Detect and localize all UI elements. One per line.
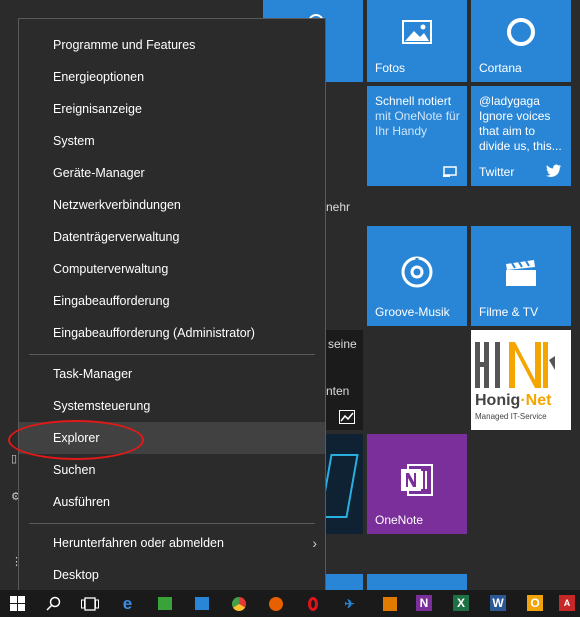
menu-item-computerverwaltung[interactable]: Computerverwaltung <box>19 253 325 285</box>
menu-item-ereignisanzeige[interactable]: Ereignisanzeige <box>19 93 325 125</box>
tile-label: Cortana <box>479 61 522 75</box>
menu-item-eingabeaufforderung-admin[interactable]: Eingabeaufforderung (Administrator) <box>19 317 325 349</box>
groove-music-icon <box>401 256 433 288</box>
brand-part1: Honig <box>475 392 521 409</box>
partial-text-seine: seine <box>328 337 357 351</box>
winx-context-menu: Programme und Features Energieoptionen E… <box>18 18 326 598</box>
menu-item-eingabeaufforderung[interactable]: Eingabeaufforderung <box>19 285 325 317</box>
note-title: Schnell notiert <box>375 94 452 108</box>
menu-item-system[interactable]: System <box>19 125 325 157</box>
menu-item-geraete-manager[interactable]: Geräte-Manager <box>19 157 325 189</box>
menu-item-desktop[interactable]: Desktop <box>19 559 325 591</box>
photos-icon <box>402 20 432 44</box>
annotation-ellipse <box>8 420 144 460</box>
honig-brand: Honig·Net <box>475 392 552 409</box>
tile-onenote-note[interactable]: Schnell notiert mit OneNote für Ihr Hand… <box>367 86 467 186</box>
onenote-note-text: Schnell notiert mit OneNote für Ihr Hand… <box>375 94 460 139</box>
chrome-icon[interactable] <box>229 594 248 613</box>
menu-item-datentraegerverwaltung[interactable]: Datenträgerverwaltung <box>19 221 325 253</box>
tile-twitter[interactable]: @ladygaga Ignore voices that aim to divi… <box>471 86 571 186</box>
app-icon[interactable]: ✈ <box>340 594 359 613</box>
tile-fotos[interactable]: Fotos <box>367 0 467 82</box>
firefox-icon[interactable] <box>266 594 285 613</box>
menu-item-energieoptionen[interactable]: Energieoptionen <box>19 61 325 93</box>
tile-honig-net[interactable]: Honig·Net Managed IT-Service <box>471 330 571 430</box>
menu-item-label: Herunterfahren oder abmelden <box>53 536 224 550</box>
partial-text-mehr: nehr <box>326 200 351 214</box>
cortana-icon <box>507 18 535 46</box>
twitter-text: @ladygaga Ignore voices that aim to divi… <box>479 94 562 153</box>
opera-icon[interactable] <box>303 594 322 613</box>
excel-icon[interactable]: X <box>453 595 469 611</box>
tablet-icon <box>443 166 457 177</box>
task-view-icon[interactable] <box>80 594 99 613</box>
menu-item-programme[interactable]: Programme und Features <box>19 29 325 61</box>
brand-part2: Net <box>525 392 552 409</box>
menu-separator <box>29 523 315 524</box>
tile-label: Filme & TV <box>479 305 539 319</box>
taskbar: e ✈ N X W O A <box>0 590 580 617</box>
onenote-icon <box>401 464 433 496</box>
outlook-icon[interactable]: O <box>527 595 543 611</box>
tile-onenote[interactable]: OneNote <box>367 434 467 534</box>
menu-item-ausfuehren[interactable]: Ausführen <box>19 486 325 518</box>
note-body: mit OneNote für Ihr Handy <box>375 109 460 138</box>
menu-item-netzwerkverbindungen[interactable]: Netzwerkverbindungen <box>19 189 325 221</box>
partial-text-nten: nten <box>326 384 350 398</box>
menu-separator <box>29 354 315 355</box>
word-icon[interactable]: W <box>490 595 506 611</box>
onenote-icon[interactable]: N <box>416 595 432 611</box>
menu-item-herunterfahren[interactable]: Herunterfahren oder abmelden › <box>19 527 325 559</box>
left-rail-icon: ▯ <box>11 453 18 465</box>
tile-label: Fotos <box>375 61 406 75</box>
chart-icon <box>339 410 355 424</box>
photos-icon[interactable] <box>192 594 211 613</box>
search-icon[interactable] <box>44 594 63 613</box>
pdf-icon[interactable]: A <box>559 595 575 611</box>
tile-label: Twitter <box>479 165 515 179</box>
twitter-bird-icon <box>546 164 561 177</box>
honig-subtitle: Managed IT-Service <box>475 412 547 421</box>
tile-label: OneNote <box>375 513 424 527</box>
app2-icon[interactable] <box>380 594 399 613</box>
tile-label: Groove-Musik <box>375 305 450 319</box>
film-clapper-icon <box>506 260 536 286</box>
tile-cortana[interactable]: Cortana <box>471 0 571 82</box>
store-icon[interactable] <box>155 594 174 613</box>
menu-item-systemsteuerung[interactable]: Systemsteuerung <box>19 390 325 422</box>
edge-icon[interactable]: e <box>118 594 137 613</box>
tile-groove[interactable]: Groove-Musik <box>367 226 467 326</box>
menu-item-task-manager[interactable]: Task-Manager <box>19 358 325 390</box>
tile-filme[interactable]: Filme & TV <box>471 226 571 326</box>
windows-start-icon[interactable] <box>8 594 27 613</box>
chevron-right-icon: › <box>312 535 317 551</box>
